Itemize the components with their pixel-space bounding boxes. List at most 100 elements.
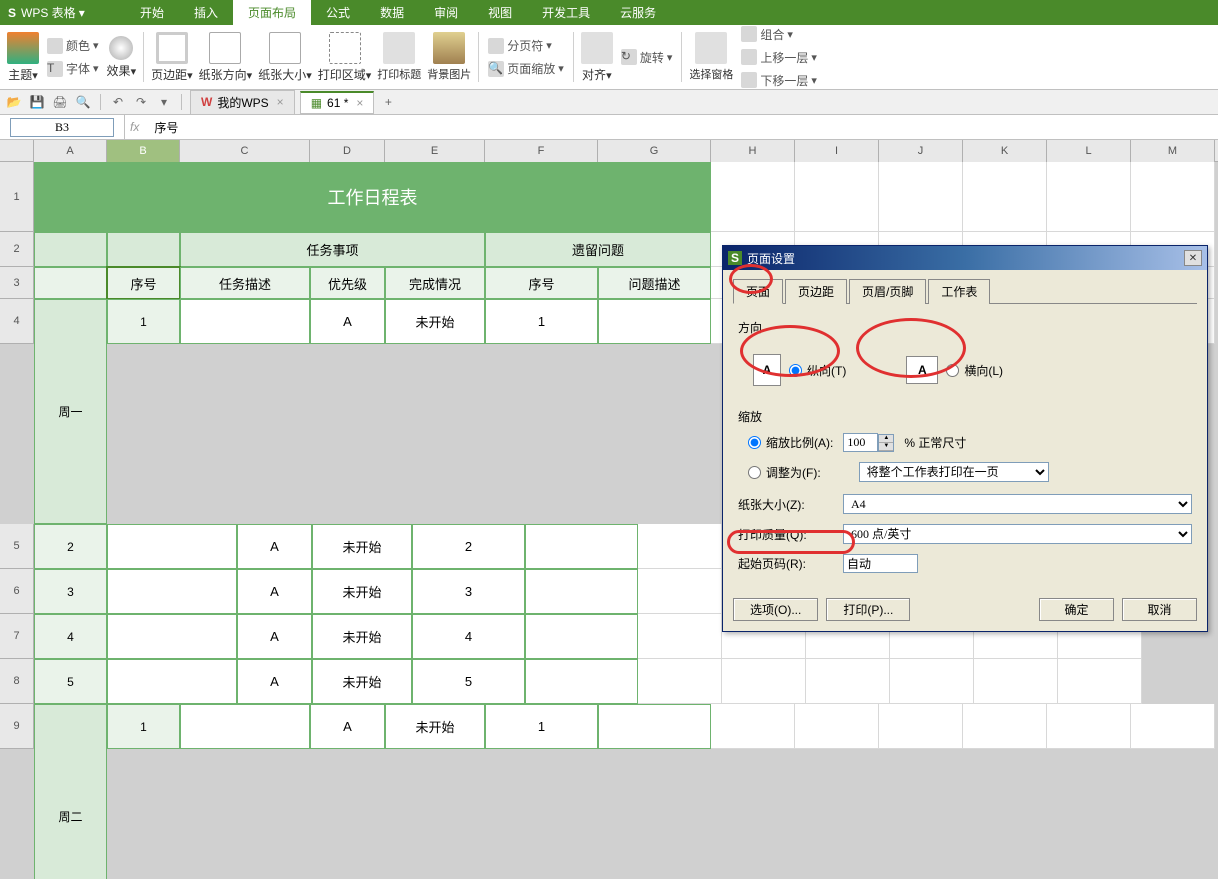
doc-tab-mywps[interactable]: W 我的WPS ×	[190, 90, 295, 115]
fit-to-select[interactable]: 将整个工作表打印在一页	[859, 462, 1049, 482]
cell[interactable]	[1047, 162, 1131, 232]
col-header[interactable]: D	[310, 140, 385, 162]
cell[interactable]: 4	[412, 614, 525, 659]
cell[interactable]: A	[310, 704, 385, 749]
cell[interactable]	[525, 659, 638, 704]
cell[interactable]: 遗留问题	[485, 232, 711, 267]
cell[interactable]: 1	[107, 299, 180, 344]
cell[interactable]: 任务事项	[180, 232, 485, 267]
qa-undo-icon[interactable]: ↶	[109, 93, 127, 111]
print-quality-select[interactable]: 600 点/英寸	[843, 524, 1192, 544]
cell[interactable]	[598, 704, 711, 749]
qa-preview-icon[interactable]: 🔍	[74, 93, 92, 111]
align-button[interactable]: 对齐▾	[579, 30, 615, 85]
dialog-tab-header[interactable]: 页眉/页脚	[849, 279, 926, 304]
spinner-up-icon[interactable]: ▲	[879, 435, 893, 443]
cell[interactable]	[963, 704, 1047, 749]
background-button[interactable]: 背景图片	[425, 30, 473, 84]
row-header[interactable]: 6	[0, 569, 34, 614]
tab-data[interactable]: 数据	[365, 0, 419, 25]
col-header[interactable]: I	[795, 140, 879, 162]
app-menu-dropdown[interactable]: ▾	[79, 6, 85, 20]
tab-developer[interactable]: 开发工具	[527, 0, 605, 25]
row-header[interactable]: 2	[0, 232, 34, 267]
fit-to-radio[interactable]: 调整为(F):	[748, 464, 821, 481]
scale-pct-input[interactable]	[843, 433, 878, 452]
print-button[interactable]: 打印(P)...	[826, 598, 910, 621]
cell[interactable]	[638, 524, 722, 569]
scale-pct-spinner[interactable]: ▲▼	[843, 433, 894, 452]
row-header[interactable]: 3	[0, 267, 34, 299]
cell[interactable]: 未开始	[312, 614, 412, 659]
fonts-button[interactable]: T字体▾	[43, 58, 103, 79]
cell[interactable]: 未开始	[312, 569, 412, 614]
cell[interactable]: 2	[34, 524, 107, 569]
cell[interactable]	[711, 162, 795, 232]
cell[interactable]: 周一	[34, 299, 107, 524]
rotate-button[interactable]: ↻旋转▾	[617, 47, 677, 68]
row-header[interactable]: 4	[0, 299, 34, 344]
cell[interactable]	[1047, 704, 1131, 749]
row-header[interactable]: 8	[0, 659, 34, 704]
dialog-tab-page[interactable]: 页面	[733, 279, 783, 304]
colors-button[interactable]: 颜色▾	[43, 35, 103, 56]
margins-button[interactable]: 页边距▾	[149, 30, 195, 85]
cell[interactable]	[963, 162, 1047, 232]
cell[interactable]: 未开始	[385, 299, 485, 344]
tab-start[interactable]: 开始	[125, 0, 179, 25]
paper-size-select[interactable]: A4	[843, 494, 1192, 514]
qa-open-icon[interactable]: 📂	[5, 93, 23, 111]
cell[interactable]: 5	[34, 659, 107, 704]
qa-more-icon[interactable]: ▾	[155, 93, 173, 111]
cell[interactable]: 优先级	[310, 267, 385, 299]
cell[interactable]	[34, 267, 107, 299]
col-header[interactable]: C	[180, 140, 310, 162]
cell[interactable]	[638, 614, 722, 659]
cell[interactable]	[525, 524, 638, 569]
qa-save-icon[interactable]: 💾	[28, 93, 46, 111]
theme-button[interactable]: 主题▾	[5, 30, 41, 85]
cell[interactable]: A	[310, 299, 385, 344]
cell[interactable]	[638, 569, 722, 614]
col-header[interactable]: M	[1131, 140, 1215, 162]
cell[interactable]: 3	[34, 569, 107, 614]
cell[interactable]: A	[237, 659, 312, 704]
cell[interactable]	[525, 569, 638, 614]
landscape-radio[interactable]: 横向(L)	[946, 362, 1003, 379]
cell[interactable]: 未开始	[312, 524, 412, 569]
cell[interactable]	[974, 659, 1058, 704]
portrait-radio[interactable]: 纵向(T)	[789, 362, 846, 379]
row-header[interactable]: 7	[0, 614, 34, 659]
col-header[interactable]: F	[485, 140, 598, 162]
cell[interactable]: 1	[485, 299, 598, 344]
start-page-input[interactable]	[843, 554, 918, 573]
backward-button[interactable]: 下移一层▾	[737, 70, 821, 91]
ok-button[interactable]: 确定	[1039, 598, 1114, 621]
close-tab-icon[interactable]: ×	[356, 96, 363, 110]
paper-size-button[interactable]: 纸张大小▾	[256, 30, 314, 85]
cell[interactable]: 序号	[107, 267, 180, 299]
cell[interactable]: 5	[412, 659, 525, 704]
cell[interactable]: 工作日程表	[34, 162, 711, 232]
dialog-close-button[interactable]: ✕	[1184, 250, 1202, 266]
effects-button[interactable]: 效果▾	[105, 34, 139, 81]
cell[interactable]	[879, 162, 963, 232]
row-header[interactable]: 5	[0, 524, 34, 569]
cell[interactable]: A	[237, 569, 312, 614]
fx-icon[interactable]: fx	[130, 120, 139, 134]
name-box[interactable]	[0, 115, 125, 139]
col-header[interactable]: B	[107, 140, 180, 162]
tab-view[interactable]: 视图	[473, 0, 527, 25]
cell[interactable]	[722, 659, 806, 704]
cell[interactable]	[107, 659, 237, 704]
cell[interactable]	[890, 659, 974, 704]
scale-ratio-radio[interactable]: 缩放比例(A):	[748, 434, 833, 451]
select-all-corner[interactable]	[0, 140, 34, 162]
cell[interactable]	[107, 569, 237, 614]
cell[interactable]: A	[237, 524, 312, 569]
tab-formula[interactable]: 公式	[311, 0, 365, 25]
orientation-button[interactable]: 纸张方向▾	[197, 30, 255, 85]
cell[interactable]: 2	[412, 524, 525, 569]
tab-review[interactable]: 审阅	[419, 0, 473, 25]
cell[interactable]: 3	[412, 569, 525, 614]
